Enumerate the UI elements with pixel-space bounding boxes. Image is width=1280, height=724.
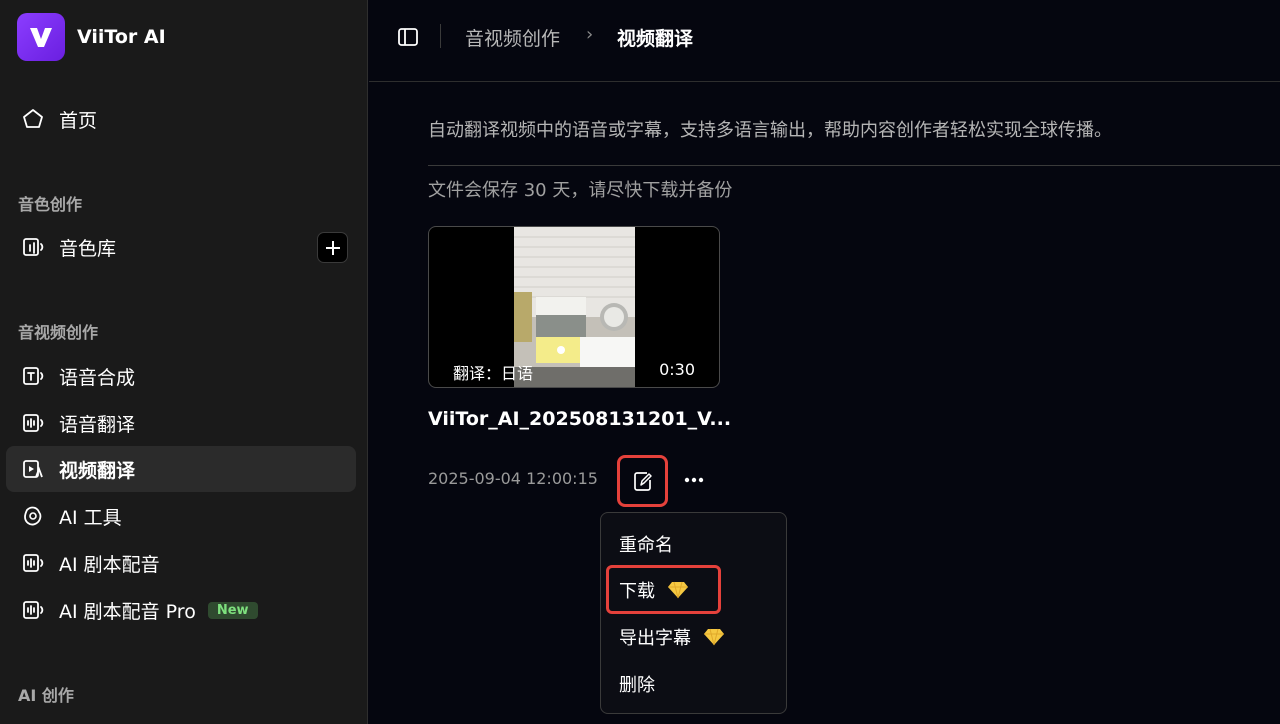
menu-item-label: 删除 bbox=[619, 675, 655, 696]
premium-gem-icon bbox=[704, 628, 724, 646]
menu-item-export-subtitles[interactable]: 导出字幕 bbox=[619, 624, 725, 650]
edit-button[interactable] bbox=[617, 455, 668, 507]
brand[interactable]: ViiTor AI bbox=[17, 13, 166, 61]
plus-icon bbox=[325, 240, 340, 255]
sidebar-item-speech-translation[interactable]: 语音翻译 bbox=[6, 400, 356, 446]
sidebar-item-label: AI 工具 bbox=[59, 506, 122, 529]
sidebar-item-ai-script-dubbing-pro[interactable]: AI 剧本配音 Pro New bbox=[6, 587, 356, 633]
home-icon bbox=[20, 106, 46, 132]
video-translate-icon bbox=[20, 456, 46, 482]
breadcrumb-separator: › bbox=[586, 24, 594, 45]
sidebar-item-ai-tools[interactable]: AI 工具 bbox=[6, 493, 356, 539]
edit-icon bbox=[633, 472, 652, 491]
menu-item-delete[interactable]: 删除 bbox=[619, 671, 655, 697]
voice-library-icon bbox=[20, 234, 46, 260]
menu-item-label: 导出字幕 bbox=[619, 628, 691, 649]
text-to-speech-icon bbox=[20, 363, 46, 389]
sidebar-item-label: 音色库 bbox=[59, 237, 117, 260]
sidebar-item-label: 视频翻译 bbox=[59, 459, 136, 482]
logo-v-icon bbox=[30, 28, 52, 47]
translation-language-label: 翻译：日语 bbox=[453, 364, 534, 383]
page-description: 自动翻译视频中的语音或字幕，支持多语言输出，帮助内容创作者轻松实现全球传播。 bbox=[428, 120, 1112, 141]
breadcrumb-current: 视频翻译 bbox=[617, 28, 694, 50]
sidebar-item-video-translation[interactable]: 视频翻译 bbox=[6, 446, 356, 492]
top-bar: 音视频创作 › 视频翻译 bbox=[369, 0, 1280, 82]
section-label-voice-creation: 音色创作 bbox=[18, 195, 83, 214]
new-badge: New bbox=[207, 601, 258, 619]
sidebar-item-label: AI 剧本配音 bbox=[59, 553, 160, 576]
header-divider bbox=[440, 24, 441, 48]
sidebar-item-label: 首页 bbox=[59, 109, 98, 132]
more-dots-icon bbox=[684, 477, 704, 483]
video-duration: 0:30 bbox=[659, 360, 695, 379]
divider bbox=[428, 165, 1280, 166]
sidebar-item-speech-synthesis[interactable]: 语音合成 bbox=[6, 353, 356, 399]
video-card[interactable]: 翻译：日语 0:30 bbox=[428, 226, 720, 388]
section-label-av-creation: 音视频创作 bbox=[18, 323, 99, 342]
sidebar-item-label: AI 剧本配音 Pro bbox=[59, 600, 196, 623]
sidebar-item-voice-library[interactable]: 音色库 bbox=[6, 224, 356, 270]
add-voice-button[interactable] bbox=[317, 232, 348, 263]
file-title[interactable]: ViiTor_AI_202508131201_V... bbox=[428, 408, 731, 430]
sidebar-item-label: 语音合成 bbox=[59, 366, 136, 389]
script-dubbing-icon bbox=[20, 550, 46, 576]
file-date: 2025-09-04 12:00:15 bbox=[428, 469, 598, 488]
download-highlight bbox=[606, 565, 721, 614]
app-logo bbox=[17, 13, 65, 61]
menu-item-rename[interactable]: 重命名 bbox=[619, 531, 673, 557]
breadcrumb-parent[interactable]: 音视频创作 bbox=[465, 24, 560, 51]
ai-tools-icon bbox=[20, 503, 46, 529]
sidebar-item-label: 语音翻译 bbox=[59, 413, 136, 436]
script-dubbing-pro-icon bbox=[20, 597, 46, 623]
sidebar: ViiTor AI 首页 音色创作 音色库 音视频创作 语音合成 语音翻译 视频… bbox=[0, 0, 368, 724]
sidebar-item-home[interactable]: 首页 bbox=[6, 96, 356, 142]
sidebar-toggle-icon[interactable] bbox=[397, 26, 419, 48]
speech-translate-icon bbox=[20, 410, 46, 436]
app-name: ViiTor AI bbox=[77, 26, 166, 48]
sidebar-item-ai-script-dubbing[interactable]: AI 剧本配音 bbox=[6, 540, 356, 586]
more-options-button[interactable] bbox=[680, 467, 708, 493]
menu-item-label: 重命名 bbox=[619, 535, 673, 556]
storage-notice: 文件会保存 30 天，请尽快下载并备份 bbox=[428, 180, 733, 201]
section-label-ai-creation: AI 创作 bbox=[18, 686, 74, 705]
